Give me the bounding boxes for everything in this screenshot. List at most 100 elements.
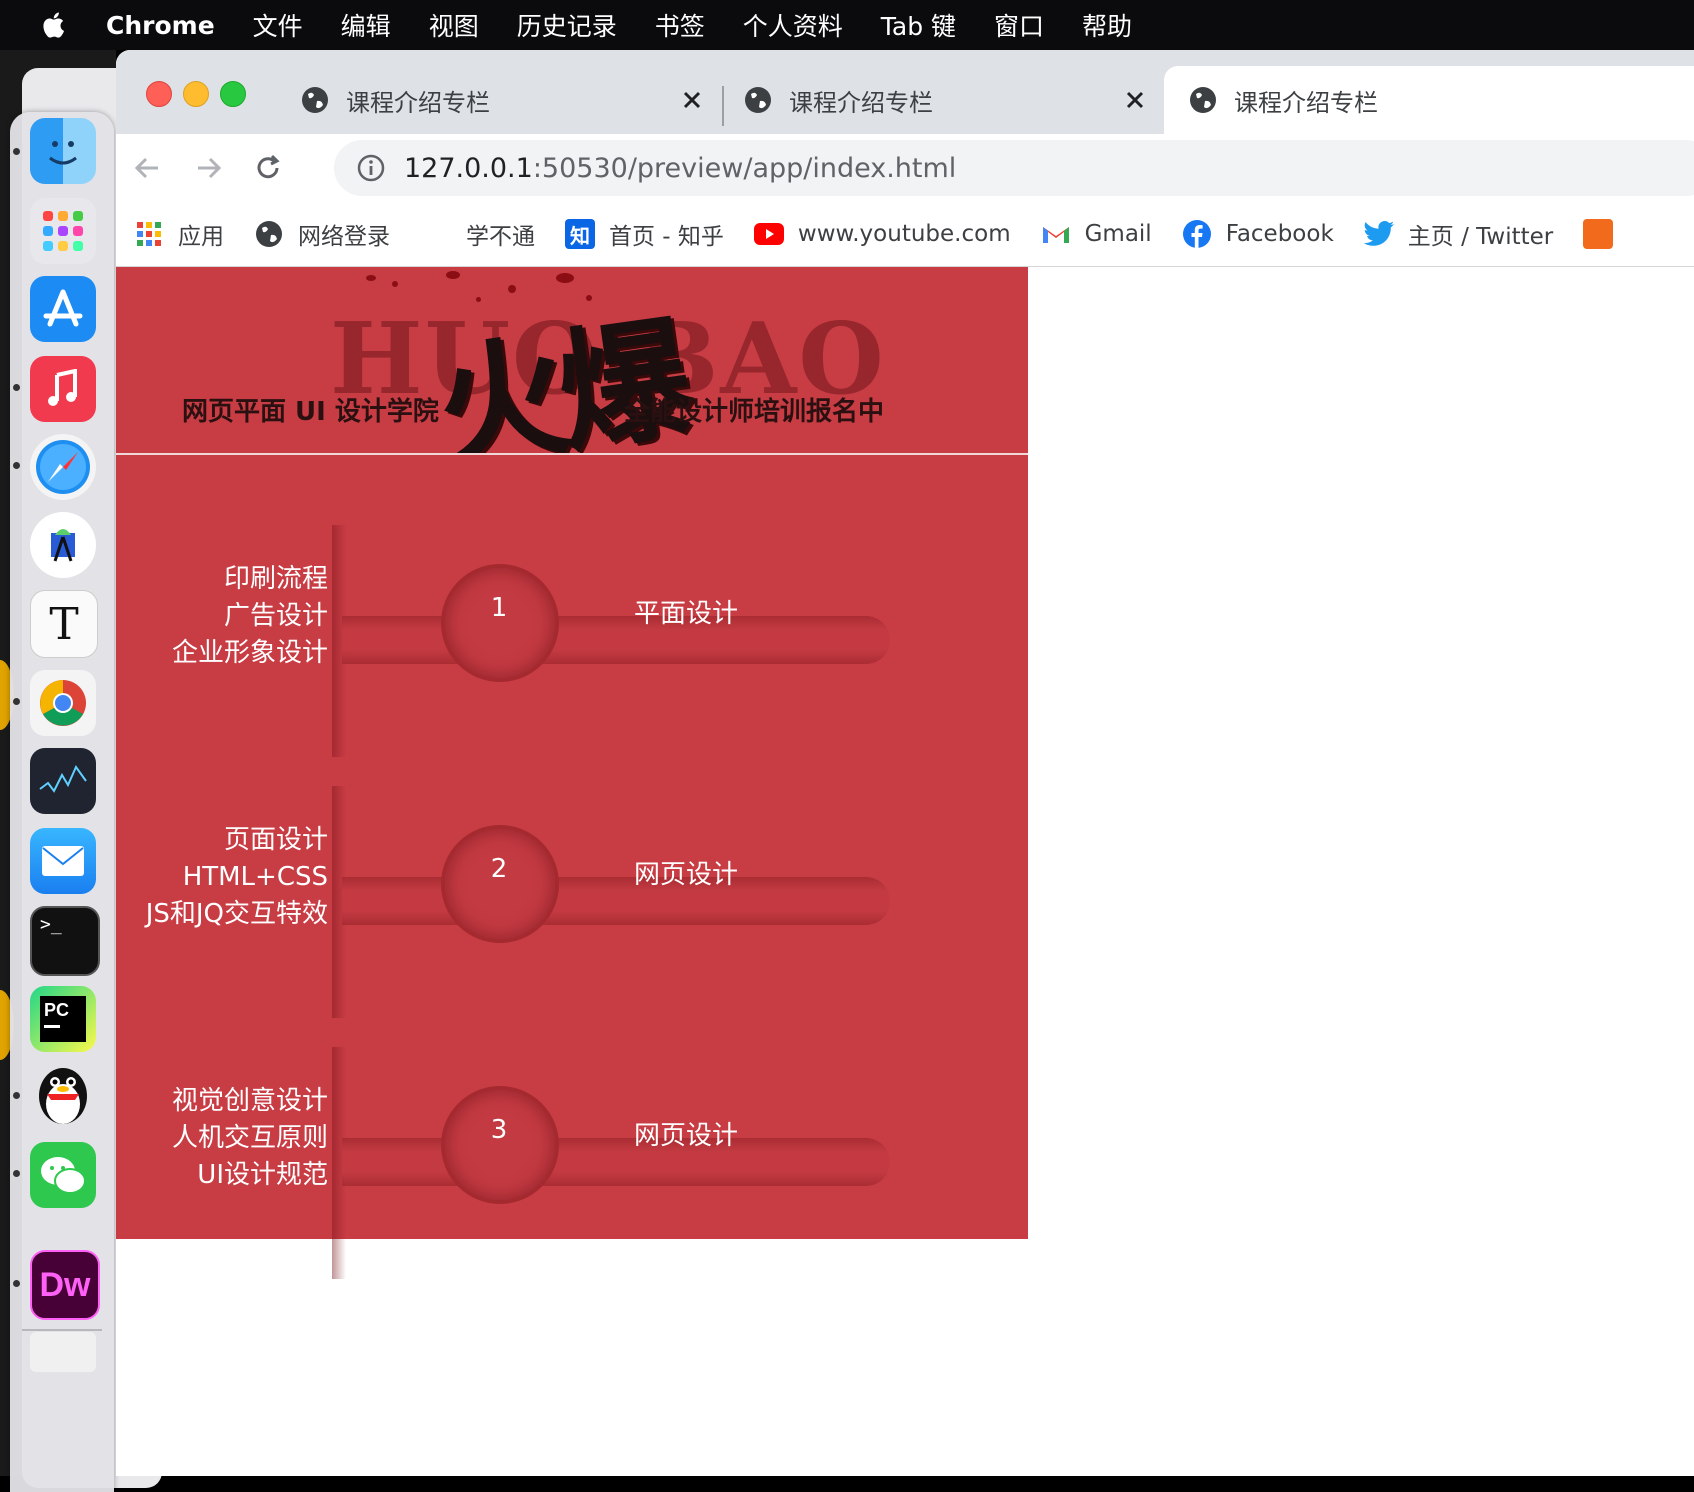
launchpad-icon[interactable]: [30, 198, 96, 264]
skill-list: 视觉创意设计 人机交互原则 UI设计规范: [172, 1083, 328, 1194]
row-number: 2: [490, 854, 508, 884]
reload-icon[interactable]: [250, 150, 286, 186]
ink-splatter: [508, 285, 516, 293]
globe-icon: [1190, 87, 1216, 113]
bookmark-label: Gmail: [1084, 221, 1152, 247]
menu-bookmarks[interactable]: 书签: [655, 7, 705, 43]
bookmark-overflow[interactable]: [1583, 219, 1627, 249]
ink-splatter: [446, 271, 460, 279]
row-band: [342, 877, 890, 925]
pycharm-icon[interactable]: PC: [30, 986, 96, 1052]
globe-icon: [254, 219, 284, 249]
back-arrow-icon[interactable]: [130, 150, 166, 186]
minimize-window-button[interactable]: [183, 81, 209, 107]
bookmark-label: 应用: [178, 224, 224, 250]
skill-item: HTML+CSS: [182, 862, 328, 892]
document-icon[interactable]: [30, 1332, 96, 1372]
stocks-icon[interactable]: [30, 748, 96, 814]
wechat-icon[interactable]: [30, 1142, 96, 1208]
tab-2[interactable]: 课程介绍专栏: [719, 66, 1171, 134]
row-number: 1: [490, 593, 508, 623]
youtube-icon: [753, 219, 784, 249]
qq-icon[interactable]: [30, 1060, 96, 1126]
info-icon[interactable]: [356, 153, 386, 183]
course-banner: HUO BAO 火爆 网页平面 UI 设计学院 全能设计师培训报名中 印刷流程 …: [116, 267, 1028, 1279]
skill-item: UI设计规范: [197, 1160, 328, 1190]
url-path: :50530/preview/app/index.html: [532, 152, 957, 184]
skill-item: 人机交互原则: [171, 1123, 328, 1153]
menu-tab[interactable]: Tab 键: [881, 7, 956, 43]
globe-icon: [302, 87, 328, 113]
dock-separator: [22, 1329, 102, 1331]
bookmark-network-login[interactable]: 网络登录: [254, 217, 390, 251]
menu-edit[interactable]: 编辑: [341, 7, 391, 43]
safari-icon[interactable]: [30, 434, 96, 500]
pycharm-label: PC: [44, 1000, 70, 1020]
ink-splatter: [556, 273, 574, 283]
running-indicator: [13, 384, 20, 391]
bookmark-twitter[interactable]: 主页 / Twitter: [1363, 217, 1553, 251]
running-indicator: [13, 148, 20, 155]
banner-left-tag: 网页平面 UI 设计学院: [182, 397, 439, 427]
row-number-circle: [441, 564, 559, 682]
apple-logo-icon[interactable]: [40, 10, 70, 40]
address-bar[interactable]: 127.0.0.1:50530/preview/app/index.html: [334, 140, 1694, 196]
bookmark-gmail[interactable]: Gmail: [1041, 219, 1152, 249]
tab-1[interactable]: 课程介绍专栏: [276, 66, 728, 134]
skill-item: 视觉创意设计: [171, 1086, 328, 1116]
bookmark-zhihu[interactable]: 知 首页 - 知乎: [565, 217, 724, 251]
facebook-icon: [1182, 219, 1212, 249]
tab-strip: 课程介绍专栏 课程介绍专栏 课程介绍专栏: [116, 50, 1694, 134]
bookmark-youtube[interactable]: www.youtube.com: [753, 219, 1011, 249]
bookmark-label: 学不通: [466, 224, 535, 250]
app-store-icon[interactable]: [30, 276, 96, 342]
course-row-3: 视觉创意设计 人机交互原则 UI设计规范 3 网页设计: [116, 1047, 1028, 1331]
banner-header: HUO BAO 火爆 网页平面 UI 设计学院 全能设计师培训报名中: [116, 267, 1028, 453]
course-category: 平面设计: [634, 599, 739, 629]
bookmark-label: Facebook: [1225, 221, 1334, 247]
forward-arrow-icon[interactable]: [190, 150, 226, 186]
close-tab-icon[interactable]: [1121, 86, 1149, 114]
menu-file[interactable]: 文件: [253, 7, 303, 43]
bookmark-xuebutong[interactable]: 学不通: [466, 217, 535, 251]
course-category: 网页设计: [634, 1121, 739, 1151]
tab-3-active[interactable]: 课程介绍专栏: [1164, 66, 1694, 134]
bookmark-apps[interactable]: 应用: [134, 217, 224, 251]
row-band: [342, 616, 890, 664]
ink-splatter: [392, 281, 398, 287]
zhihu-icon: 知: [565, 219, 595, 249]
finder-icon[interactable]: [30, 118, 96, 184]
mail-icon[interactable]: [30, 828, 96, 894]
url-host: 127.0.0.1: [404, 152, 533, 184]
music-icon[interactable]: [30, 356, 96, 422]
row-number-circle: [441, 1086, 559, 1204]
close-tab-icon[interactable]: [678, 86, 706, 114]
menu-help[interactable]: 帮助: [1082, 7, 1132, 43]
macos-menubar: Chrome 文件 编辑 视图 历史记录 书签 个人资料 Tab 键 窗口 帮助: [0, 0, 1694, 50]
dreamweaver-label: Dw: [39, 1265, 91, 1304]
row-band: [342, 1138, 890, 1186]
close-window-button[interactable]: [146, 81, 172, 107]
bookmark-label: www.youtube.com: [797, 221, 1011, 247]
bookmark-label: 网络登录: [298, 224, 390, 250]
banner-right-tag: 全能设计师培训报名中: [624, 397, 885, 427]
row-number-circle: [441, 825, 559, 943]
apps-grid-icon: [134, 219, 164, 249]
bookmarks-bar: 应用 网络登录 学不通 知 首页 - 知乎 www.youtube.com Gm…: [116, 202, 1694, 267]
menu-view[interactable]: 视图: [429, 7, 479, 43]
dock: T >_ PC Dw: [10, 112, 114, 1492]
menu-history[interactable]: 历史记录: [517, 7, 617, 43]
zoom-window-button[interactable]: [220, 81, 246, 107]
bookmark-facebook[interactable]: Facebook: [1182, 219, 1334, 249]
chrome-icon[interactable]: [30, 670, 96, 736]
menu-window[interactable]: 窗口: [994, 7, 1044, 43]
typora-icon[interactable]: T: [30, 590, 98, 658]
running-indicator: [13, 1170, 20, 1177]
menu-profiles[interactable]: 个人资料: [743, 7, 843, 43]
dreamweaver-icon[interactable]: Dw: [30, 1250, 100, 1320]
menu-app-name[interactable]: Chrome: [106, 11, 215, 40]
skill-item: 印刷流程: [223, 564, 328, 594]
android-studio-icon[interactable]: [30, 512, 96, 578]
running-indicator: [13, 462, 20, 469]
terminal-icon[interactable]: >_: [30, 906, 100, 976]
